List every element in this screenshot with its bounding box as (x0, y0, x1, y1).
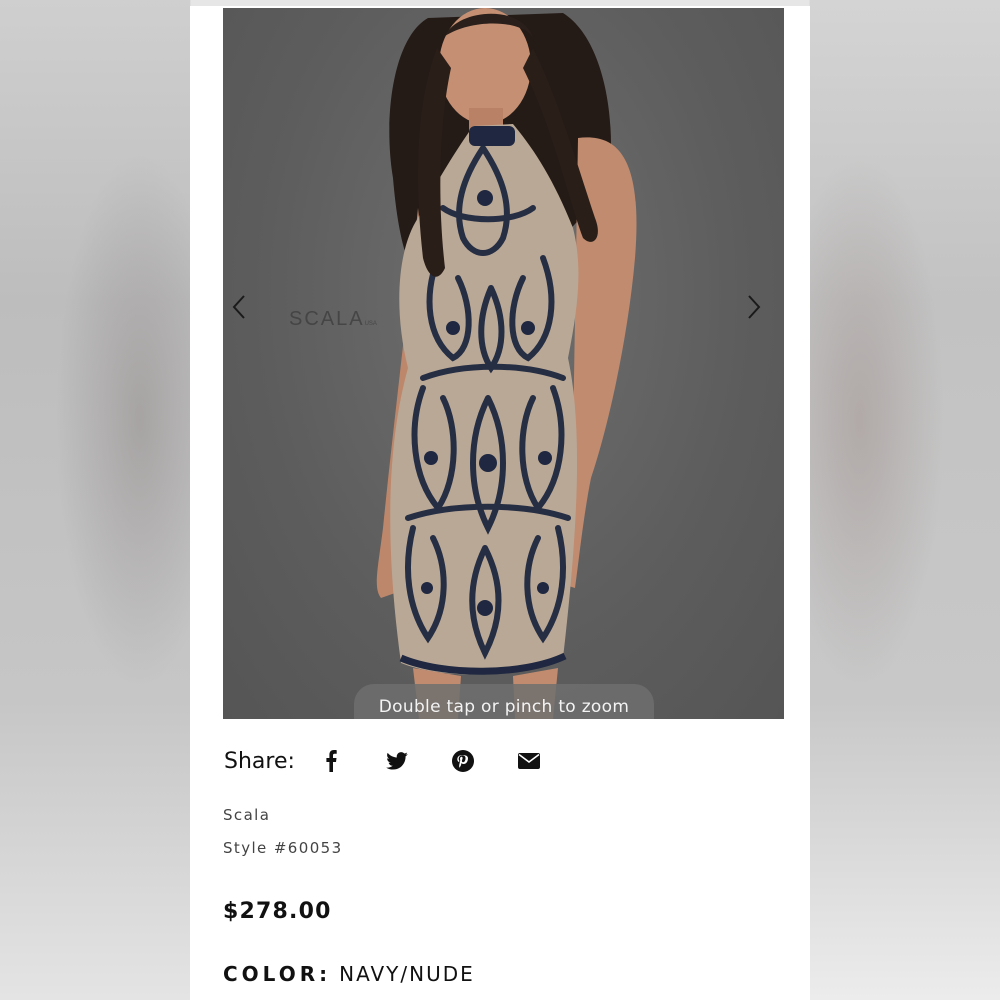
style-number: Style #60053 (223, 839, 343, 857)
pinterest-icon[interactable] (451, 749, 475, 773)
blurred-background-right (810, 0, 1000, 1000)
color-row: COLOR: NAVY/NUDE (223, 962, 475, 986)
chevron-right-icon (748, 295, 761, 319)
color-label: COLOR: (223, 962, 332, 986)
product-price: $278.00 (223, 899, 332, 924)
next-image-button[interactable] (746, 294, 776, 324)
zoom-hint: Double tap or pinch to zoom (354, 684, 654, 719)
watermark-text: SCALA (289, 308, 365, 330)
previous-image-button[interactable] (231, 294, 261, 324)
brand-watermark: SCALAUSA (289, 308, 377, 331)
chevron-left-icon (232, 295, 245, 319)
blurred-background-left (0, 0, 190, 1000)
share-row: Share: (224, 746, 541, 776)
facebook-icon[interactable] (319, 749, 343, 773)
watermark-suffix: USA (364, 321, 377, 327)
twitter-icon[interactable] (385, 749, 409, 773)
brand-name[interactable]: Scala (223, 806, 270, 824)
product-image-carousel[interactable]: SCALAUSA Double tap or pinch to zoom (223, 8, 784, 719)
product-photo (376, 8, 637, 719)
product-page: SCALAUSA Double tap or pinch to zoom Sha… (190, 6, 810, 1000)
email-icon[interactable] (517, 749, 541, 773)
color-value: NAVY/NUDE (339, 962, 475, 986)
share-label: Share: (224, 748, 295, 774)
